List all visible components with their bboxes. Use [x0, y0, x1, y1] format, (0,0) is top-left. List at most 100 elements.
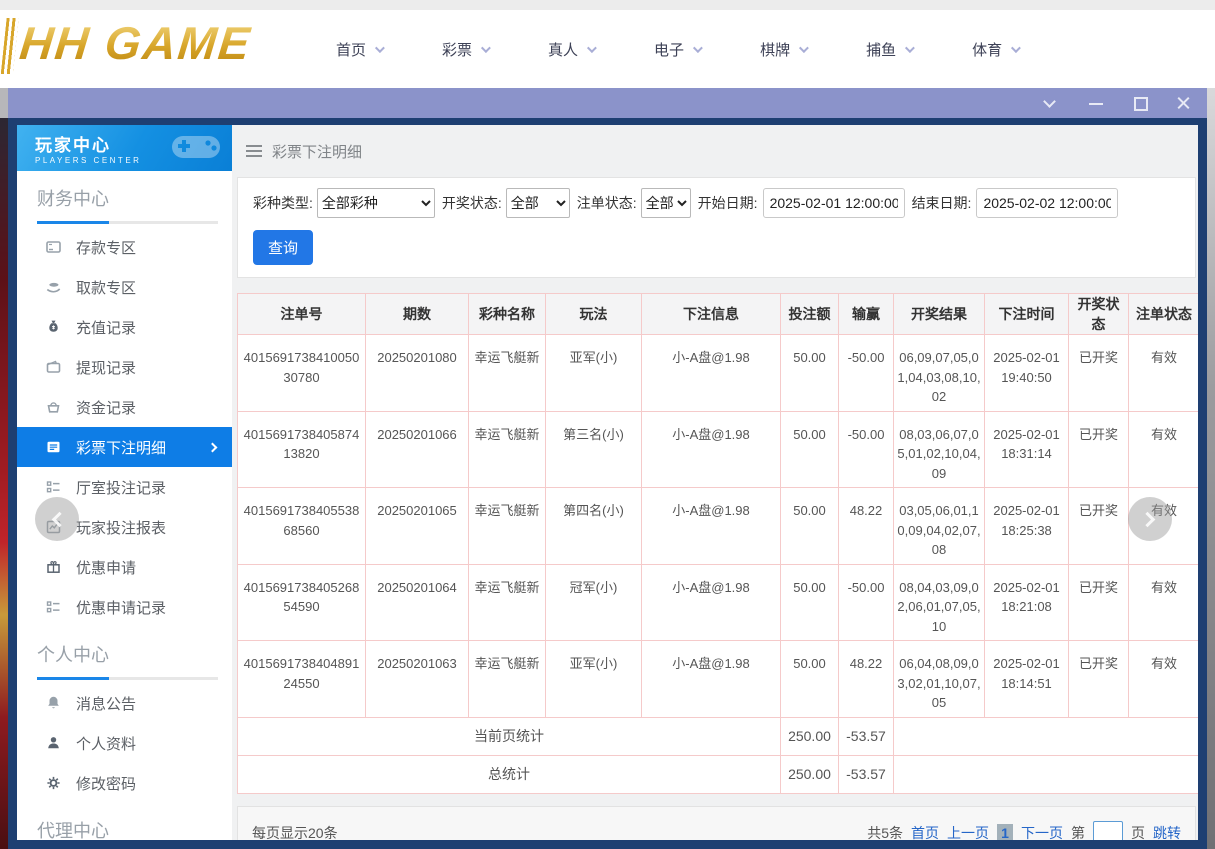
sidebar-section-title: 财务中心 [37, 185, 232, 211]
window-maximize-button[interactable] [1133, 96, 1147, 110]
end-date-input[interactable] [976, 188, 1118, 218]
withdraw-record-icon [45, 359, 63, 375]
menu-hamburger-icon[interactable] [246, 145, 262, 157]
sidebar-item-funds-record[interactable]: 资金记录 [17, 387, 232, 427]
brand-logo[interactable]: HH GAME [17, 16, 254, 70]
table-row: 40156917384058741382020250201066幸运飞艇新第三名… [238, 411, 1199, 488]
jump-suffix-label: 页 [1131, 823, 1145, 840]
bet-table-card: 注单号期数彩种名称玩法下注信息投注额输赢开奖结果下注时间开奖状态注单状态 4015… [237, 293, 1196, 794]
cell-lottery-name: 幸运飞艇新 [469, 641, 546, 718]
column-header-win-loss: 输赢 [839, 294, 894, 335]
sidebar-item-profile-person[interactable]: 个人资料 [17, 723, 232, 763]
summary-row: 总统计250.00-53.57 [238, 755, 1199, 793]
sidebar-item-label: 消息公告 [76, 693, 136, 714]
nav-item-捕鱼[interactable]: 捕鱼 [866, 39, 912, 60]
cell-order-id: 401569173840526854590 [238, 564, 366, 641]
summary-label: 当前页统计 [238, 717, 781, 755]
chevron-down-icon [799, 43, 809, 53]
nav-item-首页[interactable]: 首页 [336, 39, 382, 60]
start-date-input[interactable] [763, 188, 905, 218]
cell-draw-result: 08,03,06,07,05,01,02,10,04,09 [894, 411, 985, 488]
sidebar-item-promo-record[interactable]: 优惠申请记录 [17, 587, 232, 627]
cell-bet-time: 2025-02-01 18:25:38 [985, 488, 1069, 565]
sidebar-item-withdraw-record[interactable]: 提现记录 [17, 347, 232, 387]
withdraw-hand-icon [45, 279, 63, 295]
sidebar-item-withdraw-hand[interactable]: 取款专区 [17, 267, 232, 307]
cell-bet-amount: 50.00 [781, 641, 839, 718]
column-header-order-id: 注单号 [238, 294, 366, 335]
cell-draw-result: 03,05,06,01,10,09,04,02,07,08 [894, 488, 985, 565]
cell-lottery-name: 幸运飞艇新 [469, 488, 546, 565]
jump-button[interactable]: 跳转 [1153, 823, 1181, 840]
desktop-background-right [1207, 88, 1215, 849]
nav-item-彩票[interactable]: 彩票 [442, 39, 488, 60]
cell-bet-info: 小-A盘@1.98 [642, 641, 781, 718]
sidebar: 玩家中心 PLAYERS CENTER 财务中心存款专区取款专区充值记录提现记录… [17, 125, 232, 840]
sidebar-item-label: 玩家投注报表 [76, 517, 166, 538]
table-header-row: 注单号期数彩种名称玩法下注信息投注额输赢开奖结果下注时间开奖状态注单状态 [238, 294, 1199, 335]
lottery-type-select[interactable]: 全部彩种 [317, 188, 435, 218]
sidebar-item-promo-apply[interactable]: 优惠申请 [17, 547, 232, 587]
column-header-order-status: 注单状态 [1129, 294, 1199, 335]
cell-order-id: 401569173840489124550 [238, 641, 366, 718]
cell-order-id: 401569173840553868560 [238, 488, 366, 565]
sidebar-item-deposit-card[interactable]: 存款专区 [17, 227, 232, 267]
cell-draw-status: 已开奖 [1069, 564, 1129, 641]
nav-item-电子[interactable]: 电子 [654, 39, 700, 60]
table-row: 40156917384052685459020250201064幸运飞艇新冠军(… [238, 564, 1199, 641]
scroll-left-button[interactable] [35, 497, 79, 541]
cell-bet-info: 小-A盘@1.98 [642, 335, 781, 412]
order-status-select[interactable]: 全部 [641, 188, 691, 218]
column-header-play-type: 玩法 [546, 294, 642, 335]
chevron-down-icon [905, 43, 915, 53]
jump-page-input[interactable] [1093, 821, 1123, 840]
notice-bell-icon [45, 695, 63, 711]
scroll-right-button[interactable] [1128, 497, 1172, 541]
nav-item-真人[interactable]: 真人 [548, 39, 594, 60]
cell-bet-time: 2025-02-01 18:14:51 [985, 641, 1069, 718]
cell-bet-time: 2025-02-01 19:40:50 [985, 335, 1069, 412]
desktop-background-left [0, 118, 8, 849]
sidebar-item-lottery-detail[interactable]: 彩票下注明细 [17, 427, 232, 467]
draw-status-select[interactable]: 全部 [506, 188, 570, 218]
cell-bet-time: 2025-02-01 18:21:08 [985, 564, 1069, 641]
cell-period: 20250201080 [366, 335, 469, 412]
sidebar-item-notice-bell[interactable]: 消息公告 [17, 683, 232, 723]
cell-bet-time: 2025-02-01 18:31:14 [985, 411, 1069, 488]
next-page-link[interactable]: 下一页 [1021, 823, 1063, 840]
cell-bet-info: 小-A盘@1.98 [642, 411, 781, 488]
sidebar-item-recharge-bag[interactable]: 充值记录 [17, 307, 232, 347]
window-close-button[interactable] [1177, 96, 1191, 110]
top-strip [0, 0, 1215, 10]
sidebar-item-label: 充值记录 [76, 317, 136, 338]
query-button[interactable]: 查询 [253, 230, 313, 265]
cell-order-status: 有效 [1129, 564, 1199, 641]
promo-record-icon [45, 599, 63, 615]
end-date-label: 结束日期: [912, 193, 972, 213]
first-page-link[interactable]: 首页 [911, 823, 939, 840]
window-dropdown-icon[interactable] [1045, 96, 1059, 110]
app-window: 玩家中心 PLAYERS CENTER 财务中心存款专区取款专区充值记录提现记录… [8, 118, 1207, 849]
profile-person-icon [45, 735, 63, 751]
nav-item-体育[interactable]: 体育 [972, 39, 1018, 60]
section-underline [37, 677, 218, 680]
prev-page-link[interactable]: 上一页 [947, 823, 989, 840]
cell-draw-result: 06,09,07,05,01,04,03,08,10,02 [894, 335, 985, 412]
draw-status-label: 开奖状态: [442, 193, 502, 213]
column-header-bet-time: 下注时间 [985, 294, 1069, 335]
bet-table: 注单号期数彩种名称玩法下注信息投注额输赢开奖结果下注时间开奖状态注单状态 4015… [237, 293, 1198, 794]
current-page-badge: 1 [997, 824, 1013, 840]
sidebar-item-label: 优惠申请记录 [76, 597, 166, 618]
lottery-detail-icon [45, 439, 63, 455]
sidebar-item-label: 厅室投注记录 [76, 477, 166, 498]
cell-order-status: 有效 [1129, 411, 1199, 488]
window-minimize-button[interactable] [1089, 96, 1103, 110]
sidebar-header: 玩家中心 PLAYERS CENTER [17, 125, 232, 171]
cell-play-type: 第四名(小) [546, 488, 642, 565]
order-status-label: 注单状态: [577, 193, 637, 213]
sidebar-item-password-gear[interactable]: 修改密码 [17, 763, 232, 803]
lottery-type-label: 彩种类型: [253, 193, 313, 213]
cell-bet-amount: 50.00 [781, 488, 839, 565]
nav-item-棋牌[interactable]: 棋牌 [760, 39, 806, 60]
nav-item-label: 真人 [548, 39, 578, 60]
